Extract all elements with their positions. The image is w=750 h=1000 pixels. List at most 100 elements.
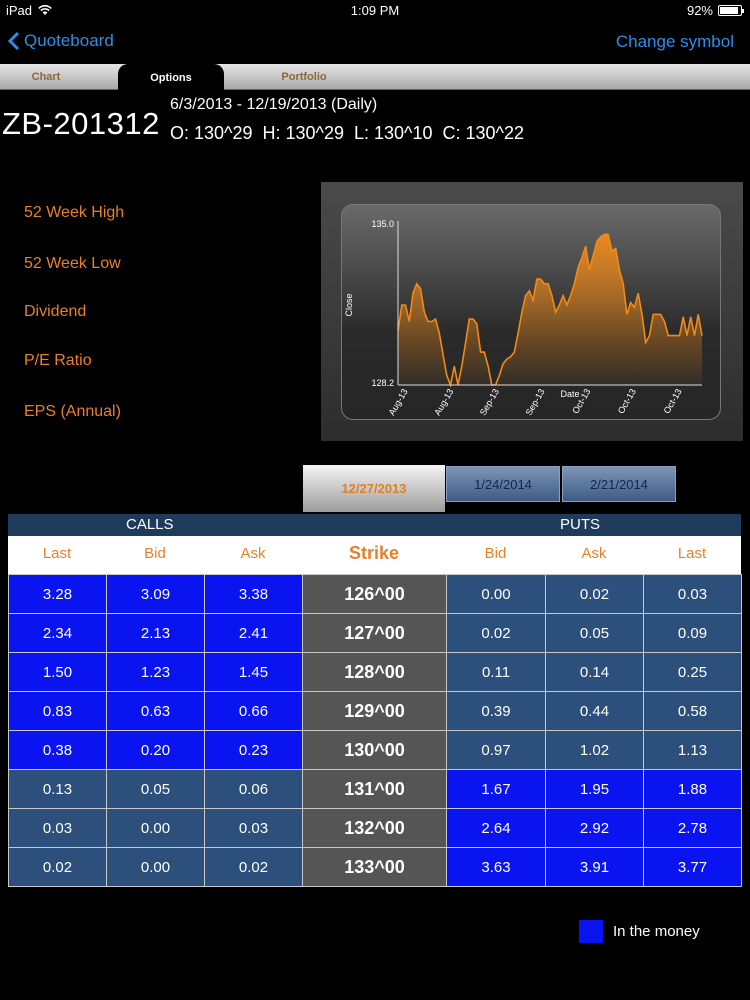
cell-put-bid[interactable]: 0.11 [446,652,546,692]
cell-put-bid[interactable]: 0.02 [446,613,546,653]
cell-call-last[interactable]: 1.50 [8,652,107,692]
cell-call-last[interactable]: 0.03 [8,808,107,848]
cell-put-bid[interactable]: 0.39 [446,691,546,731]
y-tick-label: 135.0 [371,219,394,229]
tab-strip: Chart Options Portfolio [0,64,750,91]
x-tick-label: Aug-13 [432,387,455,417]
column-header-row: Last Bid Ask Strike Bid Ask Last [8,536,741,574]
cell-put-ask[interactable]: 0.44 [545,691,644,731]
expiration-tab-2[interactable]: 1/24/2014 [446,466,560,502]
cell-call-ask[interactable]: 1.45 [204,652,303,692]
cell-put-ask[interactable]: 1.95 [545,769,644,809]
cell-call-bid[interactable]: 0.05 [106,769,205,809]
cell-call-bid[interactable]: 1.23 [106,652,205,692]
x-tick-label: Sep-13 [524,387,547,417]
stat-eps-annual: EPS (Annual) [24,403,121,420]
change-symbol-button[interactable]: Change symbol [616,32,734,52]
cell-call-last[interactable]: 0.38 [8,730,107,770]
options-chain-table: 3.28 3.09 3.38 126^00 0.00 0.02 0.03 2.34 2.13 2.… [8,574,742,887]
cell-call-bid[interactable]: 2.13 [106,613,205,653]
cell-call-last[interactable]: 0.02 [8,847,107,887]
status-time: 1:09 PM [350,3,400,18]
table-row[interactable]: 0.13 0.05 0.06 131^00 1.67 1.95 1.88 [8,769,742,809]
cell-call-bid[interactable]: 3.09 [106,574,205,614]
back-button[interactable]: Quoteboard [8,31,114,51]
ohlc-summary: O: 130^29 H: 130^29 L: 130^10 C: 130^22 [170,123,525,143]
x-tick-label: Oct-13 [662,387,684,415]
expiration-tab-3[interactable]: 2/21/2014 [562,466,676,502]
cell-call-bid[interactable]: 0.00 [106,847,205,887]
table-row[interactable]: 3.28 3.09 3.38 126^00 0.00 0.02 0.03 [8,574,742,614]
cell-call-ask[interactable]: 0.03 [204,808,303,848]
cell-call-ask[interactable]: 0.02 [204,847,303,887]
cell-put-bid[interactable]: 1.67 [446,769,546,809]
cell-call-last[interactable]: 2.34 [8,613,107,653]
table-row[interactable]: 0.03 0.00 0.03 132^00 2.64 2.92 2.78 [8,808,742,848]
navigation-bar: Quoteboard Change symbol [0,22,750,64]
cell-put-last[interactable]: 0.25 [643,652,742,692]
expiration-tab-1[interactable]: 12/27/2013 [303,465,445,512]
tab-chart[interactable]: Chart [0,64,92,90]
col-call-bid: Bid [144,545,166,562]
tab-portfolio[interactable]: Portfolio [250,64,358,90]
cell-strike[interactable]: 127^00 [302,613,447,653]
x-tick-label: Oct-13 [616,387,638,415]
tab-options[interactable]: Options [118,64,224,91]
cell-call-ask[interactable]: 3.38 [204,574,303,614]
cell-call-bid[interactable]: 0.20 [106,730,205,770]
cell-call-last[interactable]: 0.83 [8,691,107,731]
cell-call-bid[interactable]: 0.00 [106,808,205,848]
y-tick-label: 128.2 [371,378,394,388]
cell-call-ask[interactable]: 0.66 [204,691,303,731]
col-call-ask: Ask [240,545,266,562]
cell-put-bid[interactable]: 2.64 [446,808,546,848]
cell-call-ask[interactable]: 0.23 [204,730,303,770]
cell-put-last[interactable]: 0.09 [643,613,742,653]
cell-put-ask[interactable]: 2.92 [545,808,644,848]
stat-52-week-high: 52 Week High [24,204,125,221]
cell-call-last[interactable]: 3.28 [8,574,107,614]
cell-put-last[interactable]: 0.03 [643,574,742,614]
cell-put-last[interactable]: 1.13 [643,730,742,770]
back-button-label: Quoteboard [24,31,114,50]
cell-put-bid[interactable]: 3.63 [446,847,546,887]
table-row[interactable]: 0.38 0.20 0.23 130^00 0.97 1.02 1.13 [8,730,742,770]
table-row[interactable]: 1.50 1.23 1.45 128^00 0.11 0.14 0.25 [8,652,742,692]
cell-put-ask[interactable]: 0.05 [545,613,644,653]
cell-put-ask[interactable]: 3.91 [545,847,644,887]
symbol-title: ZB-201312 [2,106,160,141]
cell-put-ask[interactable]: 0.14 [545,652,644,692]
cell-call-bid[interactable]: 0.63 [106,691,205,731]
cell-put-last[interactable]: 2.78 [643,808,742,848]
cell-call-ask[interactable]: 2.41 [204,613,303,653]
cell-put-ask[interactable]: 0.02 [545,574,644,614]
calls-puts-header: CALLS PUTS [8,514,741,536]
cell-put-last[interactable]: 0.58 [643,691,742,731]
cell-put-bid[interactable]: 0.00 [446,574,546,614]
cell-put-last[interactable]: 1.88 [643,769,742,809]
cell-call-last[interactable]: 0.13 [8,769,107,809]
table-row[interactable]: 0.02 0.00 0.02 133^00 3.63 3.91 3.77 [8,847,742,887]
price-chart-frame[interactable]: 135.0 128.2 Close Date Aug-13 Aug-13 Sep-13 Sep… [321,182,743,441]
cell-strike[interactable]: 128^00 [302,652,447,692]
y-axis-label: Close [344,293,354,316]
puts-label: PUTS [560,516,601,533]
legend-label: In the money [613,923,700,940]
cell-strike[interactable]: 131^00 [302,769,447,809]
price-chart[interactable]: 135.0 128.2 Close Date Aug-13 Aug-13 Sep-13 Sep… [341,204,721,420]
table-row[interactable]: 2.34 2.13 2.41 127^00 0.02 0.05 0.09 [8,613,742,653]
cell-put-last[interactable]: 3.77 [643,847,742,887]
stat-pe-ratio: P/E Ratio [24,352,92,369]
cell-put-ask[interactable]: 1.02 [545,730,644,770]
table-row[interactable]: 0.83 0.63 0.66 129^00 0.39 0.44 0.58 [8,691,742,731]
x-tick-label: Aug-13 [387,387,410,417]
cell-call-ask[interactable]: 0.06 [204,769,303,809]
cell-strike[interactable]: 126^00 [302,574,447,614]
cell-strike[interactable]: 129^00 [302,691,447,731]
price-chart-svg: 135.0128.2CloseDateAug-13 Aug-13 Sep-13 Sep… [344,219,703,417]
stat-52-week-low: 52 Week Low [24,255,121,272]
cell-strike[interactable]: 133^00 [302,847,447,887]
cell-strike[interactable]: 130^00 [302,730,447,770]
cell-strike[interactable]: 132^00 [302,808,447,848]
cell-put-bid[interactable]: 0.97 [446,730,546,770]
